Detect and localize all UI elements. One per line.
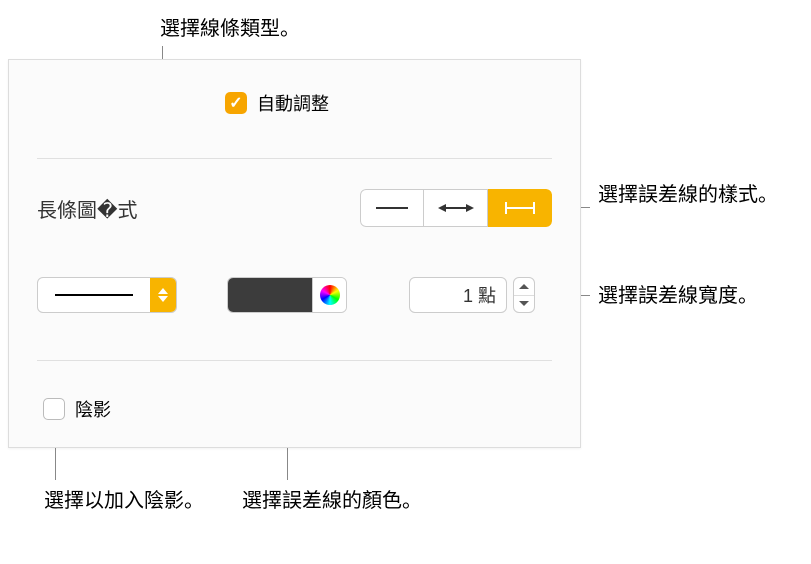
- chevron-up-icon: [519, 284, 529, 289]
- bar-caps-icon: [500, 200, 540, 216]
- shadow-label: 陰影: [75, 396, 111, 422]
- line-type-popup[interactable]: [37, 277, 177, 313]
- callout-line-type: 選擇線條類型。: [160, 15, 300, 43]
- color-swatch[interactable]: [228, 278, 312, 312]
- auto-adjust-checkbox[interactable]: ✓: [225, 92, 247, 114]
- line-preview: [38, 278, 150, 312]
- auto-adjust-row: ✓ 自動調整: [225, 90, 329, 116]
- bar-arrows-icon: [436, 202, 476, 214]
- color-well: [227, 277, 347, 313]
- callout-width: 選擇誤差線寬度。: [598, 282, 758, 310]
- bar-plain-icon: [372, 202, 412, 214]
- divider: [37, 158, 552, 159]
- shadow-checkbox[interactable]: [43, 398, 65, 420]
- line-width-field: 1 點: [409, 277, 535, 313]
- color-wheel-icon: [320, 285, 340, 305]
- checkmark-icon: ✓: [229, 93, 242, 113]
- popup-indicator-icon: [150, 278, 176, 312]
- line-width-stepper: [513, 277, 535, 313]
- bar-style-line[interactable]: [360, 189, 424, 227]
- bar-style-segmented: [360, 189, 552, 227]
- divider: [37, 360, 552, 361]
- bar-style-caps[interactable]: [488, 189, 552, 227]
- shadow-row: 陰影: [43, 396, 111, 422]
- chevron-down-icon: [519, 301, 529, 306]
- callout-bar-style: 選擇誤差線的樣式。: [598, 181, 778, 209]
- stepper-down[interactable]: [514, 296, 534, 313]
- auto-adjust-label: 自動調整: [257, 90, 329, 116]
- callout-color: 選擇誤差線的顏色。: [242, 487, 422, 515]
- callout-shadow: 選擇以加入陰影。: [44, 487, 204, 515]
- error-bars-panel: ✓ 自動調整 長條圖�式: [8, 59, 581, 448]
- stepper-up[interactable]: [514, 278, 534, 296]
- bar-style-label: 長條圖�式: [37, 194, 138, 223]
- color-wheel-button[interactable]: [312, 278, 346, 312]
- bar-style-arrows[interactable]: [424, 189, 488, 227]
- line-width-value: 1 點: [463, 282, 496, 308]
- line-width-input[interactable]: 1 點: [409, 277, 507, 313]
